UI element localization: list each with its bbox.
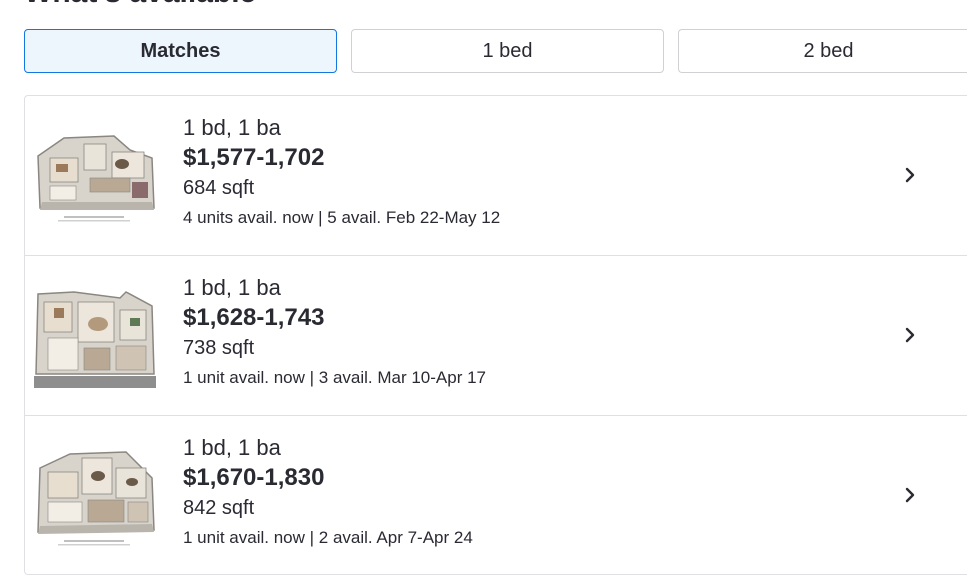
- chevron-right-icon[interactable]: [900, 165, 920, 185]
- tab-1-bed[interactable]: 1 bed: [351, 29, 664, 73]
- chevron-right-icon[interactable]: [900, 485, 920, 505]
- floorplan-image: [34, 128, 156, 228]
- tab-matches[interactable]: Matches: [24, 29, 337, 73]
- price-range: $1,670-1,830: [183, 464, 325, 491]
- price-range: $1,577-1,702: [183, 144, 325, 171]
- floorplan-info: 1 bd, 1 ba $1,577-1,702 684 sqft 4 units…: [183, 114, 500, 234]
- square-footage: 684 sqft: [183, 177, 255, 199]
- availability-text: 1 unit avail. now | 3 avail. Mar 10-Apr …: [183, 368, 487, 387]
- bedroom-filter-tabs: Matches 1 bed 2 bed: [24, 29, 967, 75]
- floorplan-image: [34, 448, 156, 548]
- price-range: $1,628-1,743: [183, 304, 325, 331]
- floorplan-info: 1 bd, 1 ba $1,628-1,743 738 sqft 1 unit …: [183, 274, 486, 394]
- square-footage: 738 sqft: [183, 337, 255, 359]
- square-footage: 842 sqft: [183, 497, 255, 519]
- floorplan-list: 1 bd, 1 ba $1,577-1,702 684 sqft 4 units…: [24, 95, 967, 575]
- availability-page: What's available Matches 1 bed 2 bed: [0, 0, 967, 586]
- floorplan-row[interactable]: 1 bd, 1 ba $1,577-1,702 684 sqft 4 units…: [25, 96, 967, 256]
- floorplan-row[interactable]: 1 bd, 1 ba $1,670-1,830 842 sqft 1 unit …: [25, 416, 967, 574]
- floorplan-row[interactable]: 1 bd, 1 ba $1,628-1,743 738 sqft 1 unit …: [25, 256, 967, 416]
- availability-text: 4 units avail. now | 5 avail. Feb 22-May…: [183, 208, 501, 227]
- beds-baths: 1 bd, 1 ba: [183, 435, 281, 460]
- chevron-right-icon[interactable]: [900, 325, 920, 345]
- section-title: What's available: [24, 0, 256, 8]
- beds-baths: 1 bd, 1 ba: [183, 275, 281, 300]
- floorplan-info: 1 bd, 1 ba $1,670-1,830 842 sqft 1 unit …: [183, 434, 473, 554]
- availability-text: 1 unit avail. now | 2 avail. Apr 7-Apr 2…: [183, 528, 473, 547]
- beds-baths: 1 bd, 1 ba: [183, 115, 281, 140]
- tab-2-bed[interactable]: 2 bed: [678, 29, 967, 73]
- floorplan-image: [34, 288, 156, 388]
